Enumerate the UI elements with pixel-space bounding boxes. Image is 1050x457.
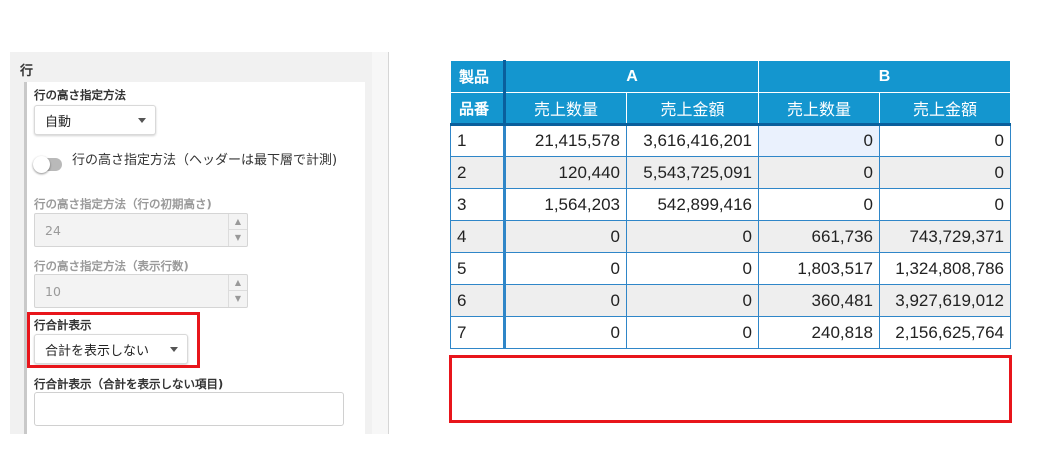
table-row: 1 21,415,578 3,616,416,201 0 0	[450, 124, 1011, 157]
row-key-cell[interactable]: 4	[450, 220, 506, 253]
display-rows-label: 行の高さ指定方法（表示行数)	[34, 259, 189, 273]
table-row: 2 120,440 5,543,725,091 0 0	[450, 156, 1011, 189]
table-cell[interactable]: 0	[504, 284, 627, 317]
table-row: 5 0 0 1,803,517 1,324,808,786	[450, 252, 1011, 285]
table-cell[interactable]: 661,736	[758, 220, 880, 253]
group-header-b[interactable]: B	[758, 60, 1011, 93]
missing-total-row-highlight	[449, 355, 1012, 423]
table-cell[interactable]: 120,440	[504, 156, 627, 189]
table-cell[interactable]: 2,156,625,764	[879, 316, 1011, 349]
table-cell[interactable]: 3,927,619,012	[879, 284, 1011, 317]
initial-height-input[interactable]: 24 ▲ ▼	[34, 213, 248, 247]
row-total-highlight	[27, 312, 200, 368]
table-cell[interactable]: 542,899,416	[626, 188, 759, 221]
row-key-cell[interactable]: 7	[450, 316, 506, 349]
table-row: 3 1,564,203 542,899,416 0 0	[450, 188, 1011, 221]
row-height-method-label: 行の高さ指定方法	[34, 88, 126, 102]
table-row: 7 0 0 240,818 2,156,625,764	[450, 316, 1011, 349]
header-row-columns: 品番 売上数量 売上金額 売上数量 売上金額	[450, 92, 1011, 126]
panel-divider	[388, 52, 389, 434]
table-cell-selected[interactable]: 0	[758, 124, 880, 157]
row-total-exclude-label: 行合計表示（合計を表示しない項目)	[34, 377, 224, 391]
row-key-cell[interactable]: 5	[450, 252, 506, 285]
table-cell[interactable]: 1,324,808,786	[879, 252, 1011, 285]
row-header-partno: 品番	[450, 92, 506, 126]
toggle-knob	[33, 156, 50, 173]
table-cell[interactable]: 1,564,203	[504, 188, 627, 221]
table-cell[interactable]: 0	[504, 220, 627, 253]
row-key-cell[interactable]: 6	[450, 284, 506, 317]
section-title: 行	[20, 64, 34, 79]
caret-down-icon	[138, 118, 146, 123]
row-key-cell[interactable]: 3	[450, 188, 506, 221]
table-cell[interactable]: 0	[879, 156, 1011, 189]
table-cell[interactable]: 0	[626, 220, 759, 253]
display-rows-spinner[interactable]: ▲ ▼	[228, 275, 247, 307]
row-height-method-select[interactable]: 自動	[34, 105, 156, 135]
table-cell[interactable]: 0	[758, 188, 880, 221]
sales-pivot-table: 製品 A B 品番 売上数量 売上金額 売上数量 売上金額 1 21,415,5…	[450, 60, 1011, 349]
spin-down-icon[interactable]: ▼	[229, 291, 247, 307]
table-cell[interactable]: 3,616,416,201	[626, 124, 759, 157]
table-cell[interactable]: 0	[879, 188, 1011, 221]
table-cell[interactable]: 0	[879, 124, 1011, 157]
table-cell[interactable]: 743,729,371	[879, 220, 1011, 253]
table-cell[interactable]: 1,803,517	[758, 252, 880, 285]
table-row: 4 0 0 661,736 743,729,371	[450, 220, 1011, 253]
row-total-exclude-input[interactable]	[34, 392, 344, 426]
table-cell[interactable]: 0	[626, 316, 759, 349]
table-cell[interactable]: 240,818	[758, 316, 880, 349]
row-height-method-value: 自動	[45, 114, 72, 130]
spin-down-icon[interactable]: ▼	[229, 230, 247, 246]
column-header[interactable]: 売上数量	[758, 92, 880, 126]
row-key-cell[interactable]: 2	[450, 156, 506, 189]
row-key-cell[interactable]: 1	[450, 124, 506, 157]
column-header[interactable]: 売上金額	[626, 92, 759, 126]
table-row: 6 0 0 360,481 3,927,619,012	[450, 284, 1011, 317]
table-cell[interactable]: 0	[504, 316, 627, 349]
initial-height-label: 行の高さ指定方法（行の初期高さ)	[34, 197, 212, 211]
column-header[interactable]: 売上数量	[504, 92, 627, 126]
row-header-product: 製品	[450, 60, 506, 93]
display-rows-input[interactable]: 10 ▲ ▼	[34, 274, 248, 308]
panel-scroll-strip	[372, 52, 388, 434]
table-cell[interactable]: 21,415,578	[504, 124, 627, 157]
table-cell[interactable]: 0	[626, 284, 759, 317]
table-cell[interactable]: 5,543,725,091	[626, 156, 759, 189]
column-header[interactable]: 売上金額	[879, 92, 1011, 126]
table-cell[interactable]: 0	[504, 252, 627, 285]
display-rows-value: 10	[45, 283, 61, 299]
initial-height-value: 24	[45, 222, 61, 238]
initial-height-spinner[interactable]: ▲ ▼	[228, 214, 247, 246]
table-cell[interactable]: 0	[758, 156, 880, 189]
table-cell[interactable]: 0	[626, 252, 759, 285]
spin-up-icon[interactable]: ▲	[229, 214, 247, 230]
group-header-a[interactable]: A	[504, 60, 759, 93]
header-row-groups: 製品 A B	[450, 60, 1011, 93]
table-cell[interactable]: 360,481	[758, 284, 880, 317]
spin-up-icon[interactable]: ▲	[229, 275, 247, 291]
header-measure-toggle[interactable]	[33, 156, 62, 173]
header-measure-toggle-label: 行の高さ指定方法（ヘッダーは最下層で計測)	[72, 153, 338, 168]
